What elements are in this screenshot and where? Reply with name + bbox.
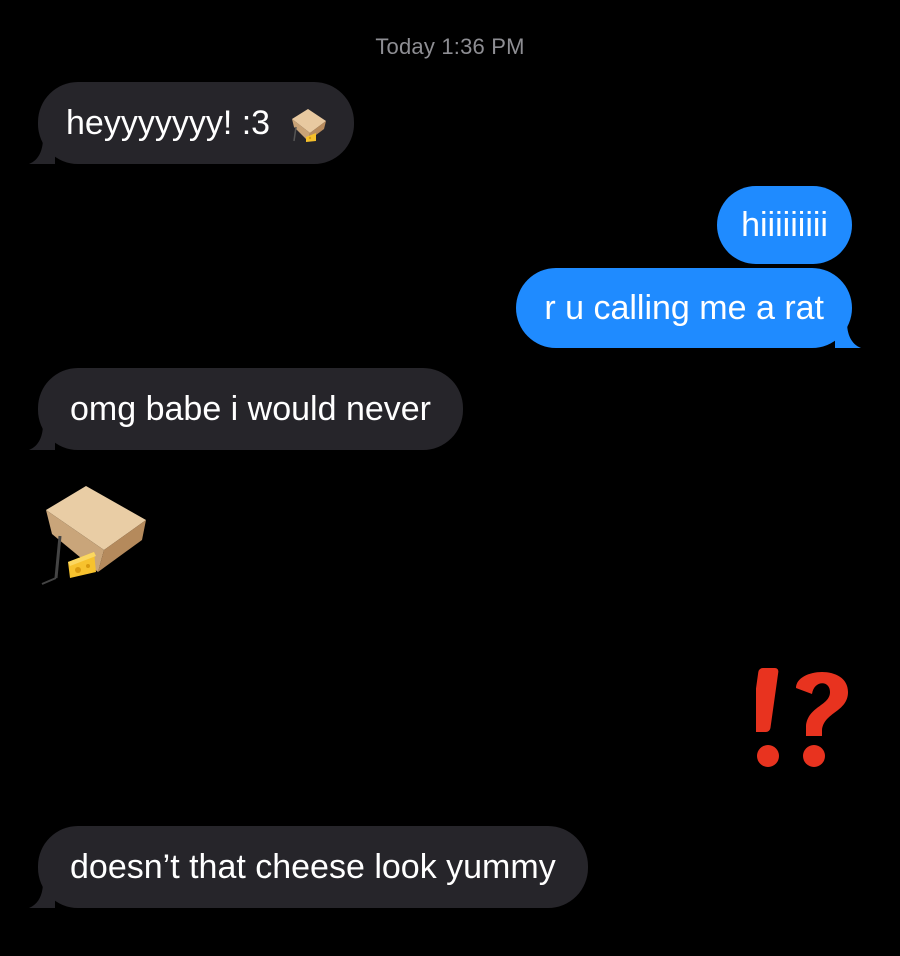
- exclamation-question-icon: [756, 668, 848, 767]
- message-text: omg babe i would never: [70, 390, 432, 428]
- bubble-tail: [29, 882, 55, 908]
- message-bubble-outgoing[interactable]: r u calling me a rat: [516, 268, 861, 348]
- message-bubble-incoming[interactable]: heyyyyyyy! :3: [29, 82, 354, 164]
- message-text: hiiiiiiiii: [741, 206, 828, 244]
- mousetrap-icon[interactable]: [38, 480, 154, 590]
- message-text: doesn’t that cheese look yummy: [70, 848, 556, 886]
- message-bubble-incoming[interactable]: doesn’t that cheese look yummy: [29, 826, 588, 908]
- message-text: heyyyyyyy! :3: [66, 104, 271, 142]
- bubble-tail: [29, 424, 55, 450]
- bubble-tail: [835, 322, 861, 348]
- message-text: r u calling me a rat: [544, 289, 824, 327]
- bubble-tail: [29, 138, 55, 164]
- mousetrap-icon: [291, 109, 326, 143]
- message-bubble-incoming[interactable]: omg babe i would never: [29, 368, 464, 450]
- message-timestamp: Today 1:36 PM: [375, 34, 525, 59]
- message-bubble-outgoing[interactable]: hiiiiiiiii: [717, 186, 852, 264]
